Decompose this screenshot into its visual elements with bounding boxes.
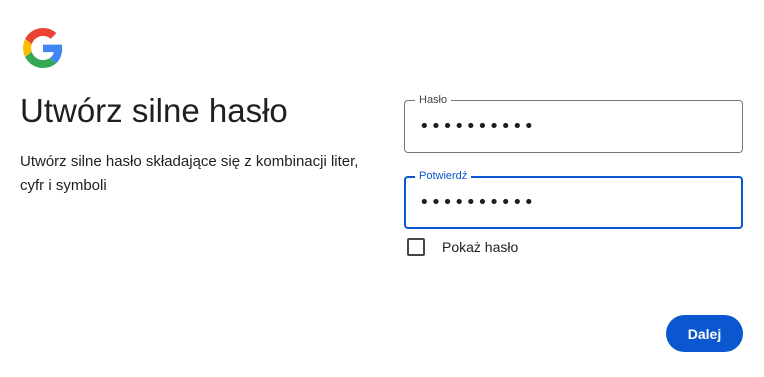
confirm-password-field[interactable]: Potwierdź ••••••••••	[404, 169, 743, 229]
create-password-page: Utwórz silne hasło Utwórz silne hasło sk…	[0, 0, 764, 377]
google-logo-icon	[23, 28, 63, 68]
page-title: Utwórz silne hasło	[20, 92, 288, 129]
page-subtitle: Utwórz silne hasło składające się z komb…	[20, 153, 359, 194]
password-field-label: Hasło	[415, 93, 452, 107]
show-password-toggle[interactable]: Pokaż hasło	[407, 237, 518, 257]
next-button[interactable]: Dalej	[666, 315, 743, 352]
password-field[interactable]: Hasło ••••••••••	[404, 93, 743, 153]
confirm-password-field-value: ••••••••••	[419, 192, 536, 213]
password-field-value: ••••••••••	[419, 116, 536, 137]
confirm-password-field-label: Potwierdź	[415, 169, 472, 183]
show-password-checkbox[interactable]	[407, 238, 425, 256]
show-password-label: Pokaż hasło	[442, 239, 519, 255]
